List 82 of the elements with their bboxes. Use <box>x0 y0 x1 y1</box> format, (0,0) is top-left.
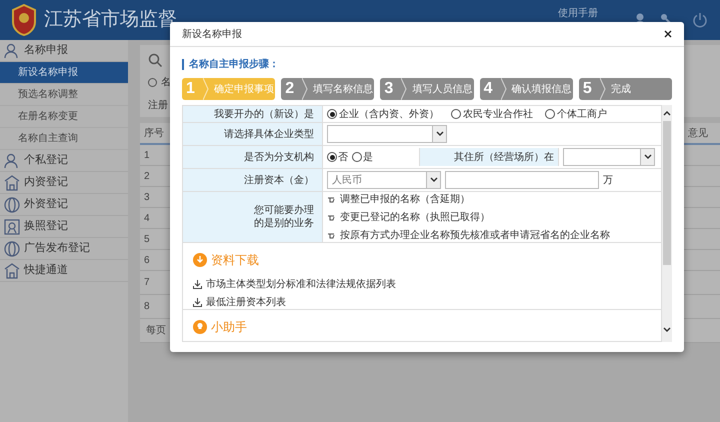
download-link[interactable]: 市场主体类型划分标准和法律法规依据列表 <box>206 277 396 292</box>
option-label: 企业（含内资、外资） <box>339 108 439 122</box>
chevron-right-icon <box>203 78 209 100</box>
radio-button[interactable] <box>545 109 555 119</box>
column-header: 意见 <box>688 126 709 140</box>
close-icon[interactable] <box>664 30 672 38</box>
download-link[interactable]: 最低注册资本列表 <box>206 295 286 310</box>
form-label: 我要开办的（新设）是 <box>214 108 314 120</box>
download-icon <box>193 298 202 307</box>
sidebar-group[interactable]: 个私登记 <box>0 150 128 172</box>
building-icon <box>4 174 20 190</box>
sidebar-group[interactable]: 广告发布登记 <box>0 238 128 260</box>
option-label: 农民专业合作社 <box>463 108 533 122</box>
steps-heading: 名称自主申报步骤： <box>189 57 279 72</box>
radio-button[interactable] <box>327 152 337 162</box>
chevron-down-icon <box>644 154 652 160</box>
manual-link[interactable]: 使用手册 <box>558 8 598 20</box>
table-cell-text: 4 <box>144 212 150 226</box>
amount-field[interactable] <box>445 171 599 189</box>
option-link[interactable]: 变更已登记的名称（执照已取得） <box>340 210 490 224</box>
globe-icon <box>4 240 20 256</box>
sidebar-item[interactable]: 名称自主查询 <box>0 128 128 150</box>
unit-label: 万 <box>603 174 613 188</box>
power-icon[interactable] <box>692 12 708 28</box>
download-icon <box>193 280 202 289</box>
person-icon <box>4 152 20 168</box>
sidebar-group[interactable]: 快捷通道 <box>0 260 128 282</box>
radio-button[interactable] <box>451 109 461 119</box>
sidebar-item[interactable]: 新设名称申报 <box>0 62 128 84</box>
form-label: 其住所（经营场所）在 <box>454 150 554 164</box>
emblem-icon <box>10 4 38 36</box>
page-size-label: 每页 <box>146 324 166 338</box>
form-label: 您可能要办理的是别的业务 <box>253 204 314 230</box>
building-icon <box>4 262 20 278</box>
scroll-thumb[interactable] <box>663 121 671 265</box>
table-cell-text: 8 <box>144 300 150 314</box>
option-link[interactable]: 按原有方式办理企业名称预先核准或者申请冠省名的企业名称 <box>340 228 610 242</box>
option-label: 是 <box>363 150 373 164</box>
table-cell-text: 7 <box>144 276 150 290</box>
lightbulb-icon <box>193 320 207 334</box>
sidebar-group[interactable]: 内资登记 <box>0 172 128 194</box>
sidebar-item[interactable]: 预选名称调整 <box>0 84 128 106</box>
table-cell-text: 1 <box>144 148 150 162</box>
form-label: 请选择具体企业类型 <box>224 128 314 140</box>
sidebar-group[interactable]: 外资登记 <box>0 194 128 216</box>
option-link[interactable]: 调整已申报的名称（含延期） <box>340 192 470 206</box>
dialog-title: 新设名称申报 <box>182 28 242 42</box>
scroll-up-icon[interactable] <box>663 109 671 117</box>
chevron-right-icon <box>401 78 408 100</box>
sidebar-group[interactable]: 换照登记 <box>0 216 128 238</box>
option-label: 否 <box>338 150 348 164</box>
field-label: 注册 <box>148 98 168 113</box>
radio-button[interactable] <box>327 109 337 119</box>
scroll-down-icon[interactable] <box>663 326 671 334</box>
chevron-right-icon <box>500 78 507 100</box>
dropdown-field[interactable]: 人民币 <box>327 171 441 189</box>
person-icon <box>4 42 20 58</box>
sidebar-item[interactable]: 在册名称变更 <box>0 106 128 128</box>
search-icon <box>148 53 162 67</box>
badge-icon <box>4 218 20 234</box>
scrollbar[interactable] <box>662 105 672 342</box>
table-cell-text: 6 <box>144 254 150 268</box>
section-title: 小助手 <box>211 319 247 336</box>
table-cell-text: 5 <box>144 232 150 246</box>
download-circle-icon <box>193 253 207 267</box>
option-label: 名 <box>161 76 171 90</box>
globe-icon <box>4 196 20 212</box>
radio-button[interactable] <box>352 152 362 162</box>
table-cell-text: 2 <box>144 170 150 184</box>
form-label: 注册资本（金） <box>244 174 314 186</box>
dropdown-field[interactable] <box>563 148 655 166</box>
section-title: 资料下载 <box>211 252 259 269</box>
dropdown-field[interactable] <box>327 125 447 143</box>
chevron-right-icon <box>600 78 606 100</box>
table-cell-text: 3 <box>144 190 150 204</box>
column-header: 序号 <box>144 126 165 140</box>
radio-button[interactable] <box>148 78 157 87</box>
option-label: 个体工商户 <box>557 108 607 122</box>
chevron-right-icon <box>302 78 308 100</box>
form-label: 是否为分支机构 <box>244 150 314 164</box>
chevron-down-icon <box>436 131 444 137</box>
chevron-down-icon <box>430 177 438 183</box>
